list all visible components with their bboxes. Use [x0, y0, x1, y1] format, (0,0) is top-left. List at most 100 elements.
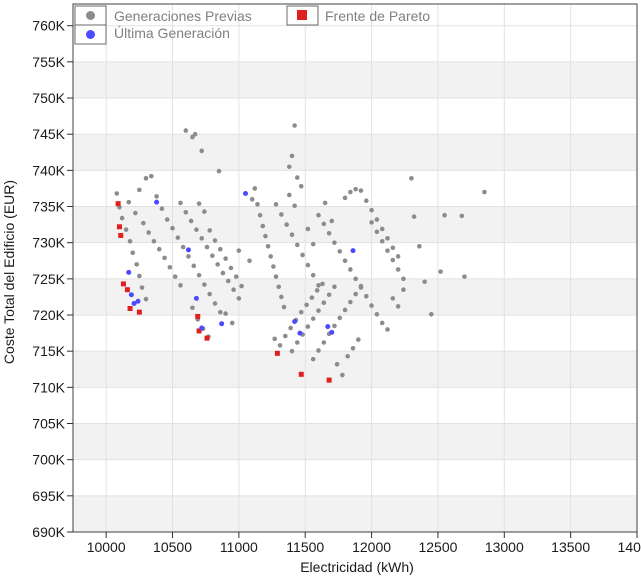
y-tick-label: 730K — [32, 235, 65, 251]
point-generaciones-previas — [309, 295, 315, 300]
point-generaciones-previas — [289, 348, 295, 354]
point-generaciones-previas — [289, 153, 295, 159]
point-generaciones-previas — [356, 337, 361, 342]
point-generaciones-previas — [133, 210, 138, 216]
point-generaciones-previas — [199, 148, 205, 154]
y-tick-label: 760K — [32, 18, 65, 34]
point-generaciones-previas — [154, 194, 159, 199]
point-generaciones-previas — [186, 254, 191, 259]
point-generaciones-previas — [159, 206, 165, 211]
point-generaciones-previas — [348, 299, 353, 305]
point-generaciones-previas — [390, 296, 396, 301]
point-generaciones-previas — [202, 282, 207, 287]
point-generaciones-previas — [151, 238, 157, 244]
chart-svg: 690K 695K 700K 705K 710K 715K 720K 725K 730K 735K… — [0, 0, 641, 579]
point-generaciones-previas — [175, 235, 181, 240]
point-generaciones-previas — [305, 324, 311, 329]
point-generaciones-previas — [442, 212, 447, 218]
point-generaciones-previas — [202, 209, 207, 214]
point-generaciones-previas — [353, 276, 358, 282]
legend-label-ultima-generacion: Última Generación — [114, 25, 230, 41]
point-generaciones-previas — [314, 288, 320, 293]
point-generaciones-previas — [192, 131, 198, 137]
legend-label-frente-de-pareto: Frente de Pareto — [325, 8, 430, 24]
point-generaciones-previas — [340, 372, 345, 378]
point-generaciones-previas — [265, 244, 271, 249]
point-ultima-generacion — [128, 292, 134, 298]
point-generaciones-previas — [134, 262, 139, 267]
point-frente-de-pareto — [124, 287, 130, 293]
point-generaciones-previas — [130, 250, 136, 256]
point-generaciones-previas — [369, 207, 374, 213]
point-generaciones-previas — [334, 361, 340, 367]
point-generaciones-previas — [438, 269, 443, 274]
grid-band — [73, 134, 637, 171]
x-tick-label: 14000 — [618, 539, 641, 555]
point-generaciones-previas — [395, 254, 401, 259]
y-tick-label: 735K — [32, 199, 65, 215]
point-generaciones-previas — [263, 233, 268, 239]
point-ultima-generacion — [135, 298, 141, 304]
point-generaciones-previas — [310, 241, 316, 247]
point-generaciones-previas — [164, 217, 170, 222]
point-generaciones-previas — [231, 287, 236, 292]
point-generaciones-previas — [305, 226, 311, 232]
point-generaciones-previas — [204, 244, 210, 250]
point-generaciones-previas — [273, 274, 279, 279]
point-generaciones-previas — [401, 276, 406, 282]
point-generaciones-previas — [119, 215, 125, 221]
grid-band — [73, 278, 637, 316]
point-frente-de-pareto — [195, 313, 201, 319]
y-tick-label: 745K — [32, 126, 65, 142]
point-generaciones-previas — [236, 248, 242, 253]
grid-band — [73, 61, 637, 99]
legend-marker-ultima-generacion — [86, 30, 95, 39]
legend-marker-frente-de-pareto — [297, 10, 307, 20]
point-generaciones-previas — [271, 264, 276, 269]
point-generaciones-previas — [127, 238, 133, 244]
point-generaciones-previas — [348, 267, 353, 272]
point-generaciones-previas — [300, 252, 305, 258]
point-generaciones-previas — [409, 176, 414, 181]
point-generaciones-previas — [178, 283, 183, 288]
point-generaciones-previas — [358, 188, 364, 193]
point-generaciones-previas — [459, 213, 465, 219]
point-generaciones-previas — [229, 320, 235, 326]
point-generaciones-previas — [332, 284, 337, 290]
grid-band — [73, 206, 637, 243]
point-generaciones-previas — [199, 236, 205, 241]
point-generaciones-previas — [385, 327, 390, 332]
point-generaciones-previas — [239, 283, 244, 289]
point-generaciones-previas — [216, 168, 222, 174]
x-axis-title: Electricidad (kWh) — [300, 559, 414, 575]
point-generaciones-previas — [220, 270, 226, 276]
point-generaciones-previas — [236, 296, 242, 301]
point-generaciones-previas — [337, 315, 343, 321]
point-generaciones-previas — [369, 220, 374, 225]
point-generaciones-previas — [390, 257, 396, 263]
point-generaciones-previas — [385, 236, 390, 241]
point-generaciones-previas — [137, 187, 142, 193]
point-ultima-generacion — [126, 269, 132, 275]
point-generaciones-previas — [298, 183, 304, 189]
point-generaciones-previas — [374, 217, 380, 222]
point-generaciones-previas — [268, 254, 274, 259]
point-frente-de-pareto — [136, 309, 142, 315]
point-ultima-generacion — [350, 248, 356, 254]
y-tick-label: 740K — [32, 162, 65, 178]
point-generaciones-previas — [310, 272, 316, 278]
point-generaciones-previas — [304, 302, 309, 308]
point-generaciones-previas — [207, 291, 212, 297]
point-generaciones-previas — [273, 202, 279, 207]
point-generaciones-previas — [257, 212, 263, 218]
point-ultima-generacion — [243, 191, 249, 197]
point-generaciones-previas — [310, 316, 316, 321]
point-generaciones-previas — [247, 258, 252, 264]
point-generaciones-previas — [411, 214, 417, 219]
point-generaciones-previas — [223, 311, 228, 316]
point-generaciones-previas — [294, 175, 300, 180]
point-ultima-generacion — [292, 319, 298, 325]
point-generaciones-previas — [288, 325, 293, 331]
point-generaciones-previas — [422, 279, 427, 285]
point-frente-de-pareto — [127, 306, 133, 312]
